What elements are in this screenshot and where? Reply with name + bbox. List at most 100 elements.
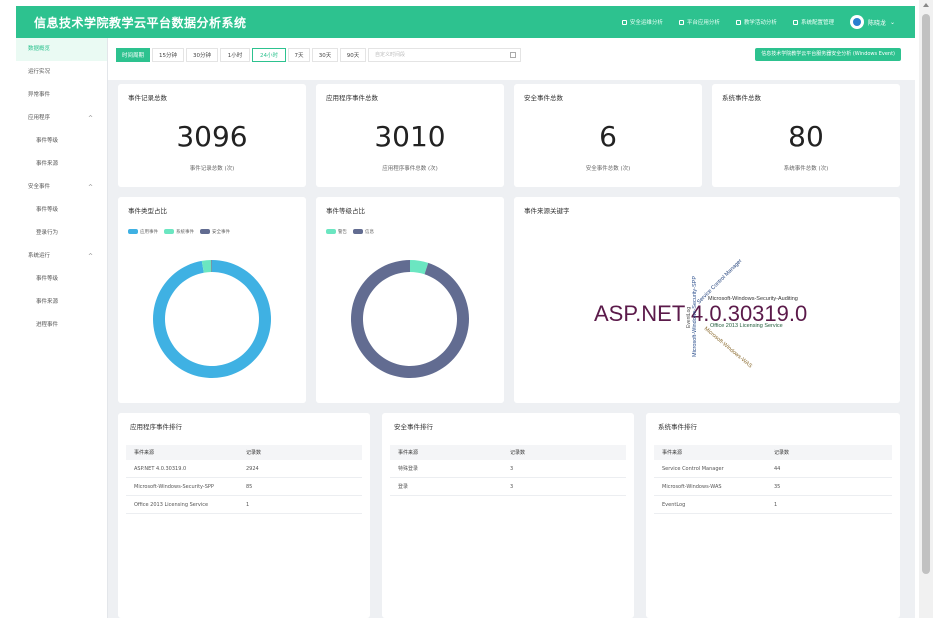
cell-count: 44 (774, 465, 781, 472)
nav-config[interactable]: 系统配置管理 (792, 18, 834, 26)
sidebar-item-app-source[interactable]: 事件来源 (16, 153, 107, 176)
user-name: 陈晓龙 (867, 19, 886, 27)
nav-security-ops[interactable]: 安全运维分析 (621, 18, 663, 26)
table-header: 事件来源 记录数 (654, 445, 892, 460)
sidebar-item-runtime[interactable]: 运行实况 (16, 61, 107, 84)
sidebar-item-label: 系统运行 (28, 253, 51, 259)
sidebar-item-label: 进程事件 (36, 322, 59, 328)
security-analysis-button[interactable]: 信息技术学院教学云平台服务器安全分析 (Windows Event) (755, 48, 901, 61)
sidebar-item-overview[interactable]: 数据概览 (16, 38, 107, 61)
event-level-donut-chart (351, 260, 469, 378)
wordcloud-word: Microsoft-Windows-WAS (703, 326, 754, 370)
table-row[interactable]: ASP.NET 4.0.30319.0 2924 (126, 460, 362, 478)
table-row[interactable]: Service Control Manager 44 (654, 460, 892, 478)
table-header: 事件来源 记录数 (390, 445, 626, 460)
sidebar-item-sec-level[interactable]: 事件等级 (16, 199, 107, 222)
wordcloud-word: Office 2013 Licensing Service (710, 323, 783, 329)
app-event-ranking-card: 应用程序事件排行 事件来源 记录数 ASP.NET 4.0.30319.0 292… (118, 413, 370, 618)
security-event-ranking-card: 安全事件排行 事件来源 记录数 特殊登录 3 登录 3 (382, 413, 634, 618)
table-row[interactable]: Microsoft-Windows-Security-SPP 85 (126, 478, 362, 496)
settings-icon (792, 19, 798, 25)
table-title: 系统事件排行 (658, 423, 697, 431)
table-row[interactable]: EventLog 1 (654, 496, 892, 514)
event-type-chart-card: 事件类型占比 应用事件 系统事件 安全事件 (118, 197, 306, 403)
sidebar-item-label: 运行实况 (28, 69, 51, 75)
donut-slice-1[interactable] (351, 260, 469, 378)
cell-count: 85 (246, 483, 253, 490)
column-header-count: 记录数 (774, 450, 790, 456)
app-title: 信息技术学院教学云平台数据分析系统 (34, 16, 247, 30)
cell-source: Microsoft-Windows-Security-SPP (134, 483, 214, 490)
scroll-up-arrow-icon[interactable] (923, 3, 929, 7)
table-row[interactable]: Office 2013 Licensing Service 1 (126, 496, 362, 514)
page-scrollbar[interactable] (919, 0, 933, 618)
cell-count: 1 (246, 501, 250, 508)
cell-count: 3 (510, 465, 514, 472)
nav-teaching[interactable]: 教学活动分析 (735, 18, 777, 26)
top-bar: 信息技术学院教学云平台数据分析系统 安全运维分析 平台应用分析 教学活动分析 系… (16, 6, 915, 38)
stat-card-total: 事件记录总数 3096 事件记录总数 (次) (118, 84, 306, 187)
sidebar: 数据概览 运行实况 异常事件 应用程序 ^ 事件等级 事件来源 安全事件 ^ 事件等… (16, 38, 108, 618)
period-30d-button[interactable]: 30天 (312, 48, 338, 62)
sidebar-item-anomaly[interactable]: 异常事件 (16, 84, 107, 107)
sidebar-item-label: 事件等级 (36, 276, 59, 282)
app-event-ranking-table: 事件来源 记录数 ASP.NET 4.0.30319.0 2924 Microso… (126, 445, 362, 514)
wordcloud-word: Microsoft-Windows-Security-SPP (692, 276, 698, 357)
video-icon (735, 19, 741, 25)
table-row[interactable]: 登录 3 (390, 478, 626, 496)
table-row[interactable]: Microsoft-Windows-WAS 35 (654, 478, 892, 496)
stat-subtitle: 安全事件总数 (次) (585, 166, 631, 172)
system-event-ranking-card: 系统事件排行 事件来源 记录数 Service Control Manager 4… (646, 413, 900, 618)
nav-label: 教学活动分析 (743, 20, 777, 26)
cell-source: 登录 (398, 484, 409, 490)
sidebar-item-label: 事件等级 (36, 138, 59, 144)
period-7d-button[interactable]: 7天 (288, 48, 310, 62)
sidebar-item-label: 异常事件 (28, 92, 51, 98)
date-placeholder: 自定义时间段 (375, 52, 406, 58)
wordcloud-word: EventLog (686, 307, 692, 328)
grid-icon (678, 19, 684, 25)
event-source-keyword-card: 事件来源关键字 ASP.NET 4.0.30319.0 Microsoft-Wi… (514, 197, 900, 403)
stat-subtitle: 应用程序事件总数 (次) (382, 166, 438, 172)
sidebar-item-app-level[interactable]: 事件等级 (16, 130, 107, 153)
stat-value: 6 (599, 120, 617, 153)
period-24h-button[interactable]: 24小时 (252, 48, 286, 62)
sidebar-item-sys-source[interactable]: 事件来源 (16, 291, 107, 314)
sidebar-group-security[interactable]: 安全事件 ^ (16, 176, 107, 199)
avatar (849, 15, 864, 29)
sidebar-item-label: 应用程序 (28, 115, 51, 121)
column-header-count: 记录数 (510, 450, 526, 456)
nav-platform-apps[interactable]: 平台应用分析 (678, 18, 720, 26)
sidebar-item-sys-level[interactable]: 事件等级 (16, 268, 107, 291)
scrollbar-thumb[interactable] (922, 14, 930, 574)
filter-bar: 时间周期 15分钟 30分钟 1小时 24小时 7天 30天 90天 自定义时间… (108, 38, 915, 80)
cell-count: 1 (774, 501, 778, 508)
period-90d-button[interactable]: 90天 (340, 48, 366, 62)
cell-source: ASP.NET 4.0.30319.0 (134, 465, 187, 472)
sidebar-item-label: 事件来源 (36, 299, 59, 305)
period-30min-button[interactable]: 30分钟 (186, 48, 218, 62)
chevron-up-icon: ^ (87, 184, 93, 191)
period-1h-button[interactable]: 1小时 (220, 48, 250, 62)
cell-source: Service Control Manager (662, 465, 724, 472)
custom-date-input[interactable]: 自定义时间段 (368, 48, 521, 62)
donut-slice-0[interactable] (153, 260, 271, 378)
stat-value: 80 (788, 120, 824, 153)
sidebar-group-system[interactable]: 系统运行 ^ (16, 245, 107, 268)
sidebar-item-sec-login[interactable]: 登录行为 (16, 222, 107, 245)
card-title: 安全事件总数 (524, 94, 563, 102)
period-15min-button[interactable]: 15分钟 (152, 48, 184, 62)
sidebar-item-label: 数据概览 (28, 46, 51, 52)
sidebar-item-sys-process[interactable]: 进程事件 (16, 314, 107, 337)
security-event-ranking-table: 事件来源 记录数 特殊登录 3 登录 3 (390, 445, 626, 496)
cell-source: 特殊登录 (398, 466, 419, 472)
system-event-ranking-table: 事件来源 记录数 Service Control Manager 44 Micro… (654, 445, 892, 514)
stat-card-security: 安全事件总数 6 安全事件总数 (次) (514, 84, 702, 187)
table-row[interactable]: 特殊登录 3 (390, 460, 626, 478)
sidebar-group-application[interactable]: 应用程序 ^ (16, 107, 107, 130)
period-label-button[interactable]: 时间周期 (116, 48, 150, 62)
user-menu[interactable]: 陈晓龙 ⌄ (849, 15, 895, 29)
table-title: 应用程序事件排行 (130, 423, 182, 431)
nav-label: 安全运维分析 (629, 20, 663, 26)
column-header-source: 事件来源 (662, 450, 683, 456)
